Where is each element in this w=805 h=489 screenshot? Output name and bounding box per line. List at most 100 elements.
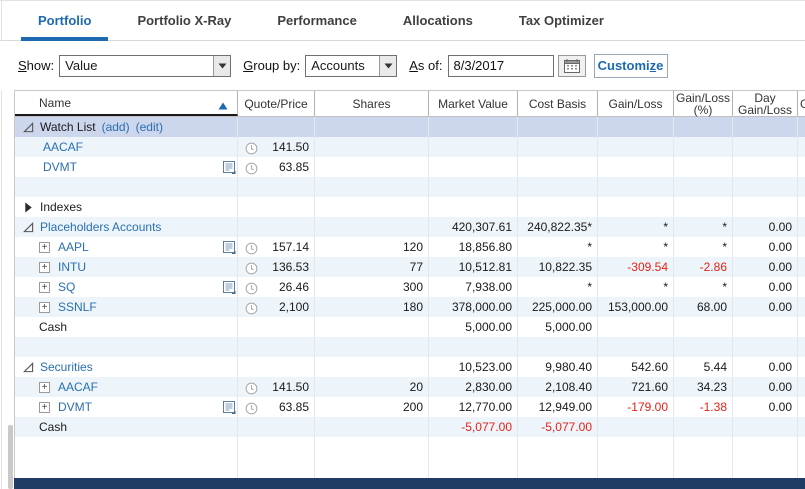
value-cell [315, 117, 429, 137]
report-icon[interactable] [222, 400, 236, 417]
expand-plus-icon[interactable]: + [39, 382, 50, 393]
value-cell: -179.00 [598, 397, 674, 417]
table-row[interactable]: +AACAF141.50202,830.002,108.40721.6034.2… [15, 377, 805, 397]
table-row[interactable]: AACAF141.50 [15, 137, 805, 157]
column-header-shares[interactable]: Shares [315, 91, 429, 116]
value-cell [429, 137, 518, 157]
value-cell: 34.23 [674, 377, 733, 397]
name-cell: + SSNLF [15, 297, 238, 317]
value-cell: 5,000.00 [429, 317, 518, 337]
empty-cell [315, 437, 429, 478]
name-cell: Placeholders Accounts [15, 217, 238, 237]
as-of-date-input[interactable] [448, 55, 554, 77]
value-cell [798, 417, 805, 437]
value-cell [238, 337, 315, 357]
calendar-button[interactable] [558, 55, 586, 77]
value-cell [518, 177, 598, 197]
group-by-label: Group by: [243, 58, 300, 73]
ticker-link[interactable]: Placeholders Accounts [40, 217, 161, 237]
spacer-row [15, 177, 805, 197]
ticker-link[interactable]: AAPL [58, 237, 89, 257]
value-cell [674, 317, 733, 337]
expand-plus-icon[interactable]: + [39, 302, 50, 313]
ticker-link[interactable]: DVMT [58, 397, 92, 417]
value-cell: 0.00 [733, 357, 798, 377]
dropdown-arrow-icon[interactable] [379, 56, 396, 76]
column-header-day[interactable]: Day Gain/Loss [733, 91, 798, 116]
column-header-gain-loss[interactable]: Gain/Loss (%) [674, 91, 733, 116]
table-row[interactable]: DVMT 63.85 [15, 157, 805, 177]
collapse-group-icon[interactable] [23, 222, 34, 233]
empty-cell [598, 437, 674, 478]
collapse-group-icon[interactable] [23, 122, 34, 133]
edit-link[interactable]: (edit) [136, 117, 163, 137]
table-row[interactable]: +SQ26.463007,938.00***0.00 [15, 277, 805, 297]
column-header-gain-loss[interactable]: Gain/Loss [598, 91, 674, 116]
expand-plus-icon[interactable]: + [39, 262, 50, 273]
sort-ascending-icon [218, 100, 228, 112]
vertical-scrollbar-thumb[interactable] [8, 425, 13, 489]
empty-cell [518, 437, 598, 478]
expand-plus-icon[interactable]: + [39, 282, 50, 293]
show-dropdown-value: Value [60, 58, 213, 73]
group-by-dropdown[interactable]: Accounts [305, 55, 397, 77]
ticker-link[interactable]: SQ [58, 277, 75, 297]
table-row[interactable]: Indexes [15, 197, 805, 217]
expand-plus-icon[interactable]: + [39, 402, 50, 413]
ticker-link[interactable]: Securities [40, 357, 93, 377]
value-cell: 63.85 [238, 157, 315, 177]
table-row[interactable]: +INTU136.537710,512.8110,822.35-309.54-2… [15, 257, 805, 277]
table-row[interactable]: +SSNLF2,100180378,000.00225,000.00153,00… [15, 297, 805, 317]
expand-plus-icon[interactable]: + [39, 242, 50, 253]
value-cell: * [598, 277, 674, 297]
value-cell [315, 177, 429, 197]
value-cell [733, 337, 798, 357]
ticker-link[interactable]: SSNLF [58, 297, 97, 317]
column-header-quote-price[interactable]: Quote/Price [238, 91, 315, 116]
name-cell: AACAF [15, 137, 238, 157]
tab-allocations[interactable]: Allocations [403, 0, 473, 41]
tab-portfolio[interactable]: Portfolio [21, 0, 108, 41]
tab-performance[interactable]: Performance [277, 0, 356, 41]
tab-portfolio-x-ray[interactable]: Portfolio X-Ray [137, 0, 231, 41]
dropdown-arrow-icon[interactable] [213, 56, 230, 76]
value-cell [798, 317, 805, 337]
ticker-link[interactable]: INTU [58, 257, 86, 277]
name-cell: Indexes [15, 197, 238, 217]
column-header-market-value[interactable]: Market Value [429, 91, 518, 116]
column-header-cost-basis[interactable]: Cost Basis [518, 91, 598, 116]
holdings-table: NameQuote/PriceSharesMarket ValueCost Ba… [14, 90, 805, 478]
customize-button[interactable]: Customize [594, 54, 668, 78]
table-row[interactable]: Cash-5,077.00-5,077.00 [15, 417, 805, 437]
table-row[interactable]: Cash5,000.005,000.00 [15, 317, 805, 337]
value-cell: * [598, 217, 674, 237]
table-row[interactable]: Placeholders Accounts420,307.61240,822.3… [15, 217, 805, 237]
table-row[interactable]: +AAPL157.1412018,856.80***0.00 [15, 237, 805, 257]
expand-group-icon[interactable] [23, 202, 34, 213]
ticker-link[interactable]: AACAF [58, 377, 98, 397]
value-cell [798, 277, 805, 297]
value-cell: 7,938.00 [429, 277, 518, 297]
report-icon[interactable] [222, 160, 236, 177]
value-cell: 5,000.00 [518, 317, 598, 337]
value-cell: 0.00 [733, 377, 798, 397]
table-row[interactable]: Securities10,523.009,980.40542.605.440.0… [15, 357, 805, 377]
value-cell: 378,000.00 [429, 297, 518, 317]
report-icon[interactable] [222, 280, 236, 297]
value-cell [238, 317, 315, 337]
value-cell [798, 217, 805, 237]
ticker-link[interactable]: DVMT [43, 157, 77, 177]
column-header-g[interactable]: G [798, 91, 805, 116]
ticker-link[interactable]: AACAF [43, 137, 83, 157]
add-link[interactable]: (add) [102, 117, 130, 137]
table-row[interactable]: Watch List(add)(edit) [15, 117, 805, 137]
value-cell [429, 197, 518, 217]
report-icon[interactable] [222, 240, 236, 257]
show-dropdown[interactable]: Value [59, 55, 231, 77]
tab-tax-optimizer[interactable]: Tax Optimizer [519, 0, 604, 41]
clock-icon [245, 241, 258, 257]
table-row[interactable]: +DVMT63.8520012,770.0012,949.00-179.00-1… [15, 397, 805, 417]
collapse-group-icon[interactable] [23, 362, 34, 373]
name-cell: + SQ [15, 277, 238, 297]
column-header-name[interactable]: Name [15, 91, 238, 116]
